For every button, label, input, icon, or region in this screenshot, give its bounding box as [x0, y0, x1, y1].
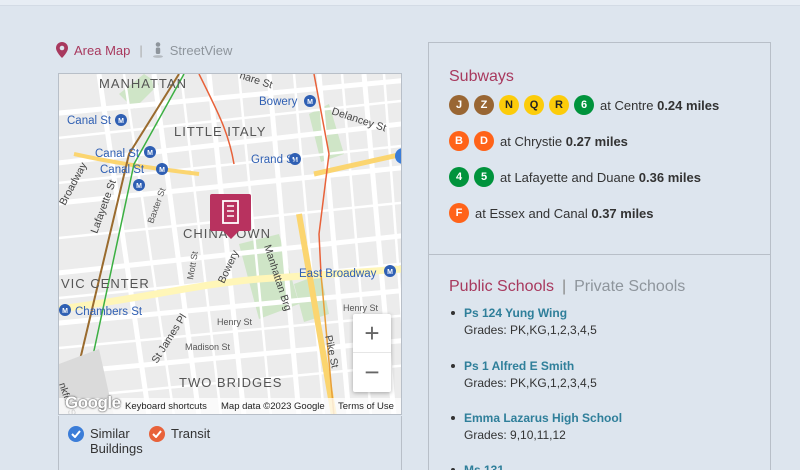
label-two-bridges: TWO BRIDGES	[179, 375, 282, 390]
subway-line-badge: B	[449, 131, 469, 151]
svg-text:M: M	[307, 99, 313, 106]
label-civic-center: VIC CENTER	[61, 276, 150, 291]
tab-separator: |	[139, 42, 143, 58]
map-view-tabs: Area Map | StreetView	[56, 42, 232, 58]
subway-station-text: at Chrystie 0.27 miles	[500, 134, 628, 149]
label-little-italy: LITTLE ITALY	[174, 124, 266, 139]
subway-row: 4 5 at Lafayette and Duane 0.36 miles	[449, 167, 701, 187]
label-east-broadway: East Broadway	[299, 268, 377, 280]
label-henry-st-2: Henry St	[343, 303, 379, 313]
svg-text:M: M	[147, 150, 153, 157]
map-canvas[interactable]: M M M M M M M M MANHATTAN LITTLE ITALY C…	[59, 74, 402, 415]
subway-line-badge: J	[449, 95, 469, 115]
legend-similar-label: Similar Buildings	[90, 426, 143, 456]
subway-row: J Z N Q R 6 at Centre 0.24 miles	[449, 95, 719, 115]
subway-line-badge: 4	[449, 167, 469, 187]
station-distance: 0.27 miles	[565, 133, 628, 149]
subway-station-icon[interactable]: M	[133, 179, 145, 191]
subway-station-text: at Lafayette and Duane 0.36 miles	[500, 170, 701, 185]
subway-line-badge: D	[474, 131, 494, 151]
legend-transit-label: Transit	[171, 426, 211, 441]
station-name: at Lafayette and Duane	[500, 169, 639, 185]
subway-row: B Dat Chrystie 0.27 miles	[449, 131, 628, 151]
svg-text:M: M	[118, 118, 124, 125]
subway-line-badge: R	[549, 95, 569, 115]
station-name: at Essex and Canal	[475, 205, 592, 221]
zoom-in-button[interactable]: +	[353, 314, 391, 353]
bullet-dot	[451, 416, 455, 420]
checkmark-icon	[149, 426, 165, 442]
tab-area-map[interactable]: Area Map	[56, 42, 130, 58]
subway-line-badge: Z	[474, 95, 494, 115]
subways-title: Subways	[449, 68, 514, 85]
subway-row: Fat Essex and Canal 0.37 miles	[449, 203, 654, 223]
keyboard-shortcuts-link[interactable]: Keyboard shortcuts	[125, 401, 207, 412]
label-grand-st: Grand St	[251, 154, 298, 166]
legend-similar-buildings[interactable]: Similar Buildings	[68, 426, 143, 456]
tab-public-schools[interactable]: Public Schools	[449, 278, 554, 296]
station-name: at Chrystie	[500, 133, 566, 149]
subway-station-text: at Centre 0.24 miles	[600, 98, 719, 113]
checkmark-icon	[68, 426, 84, 442]
neighborhood-panel: Subways J Z N Q R 6 at Centre 0.24 miles B Dat C…	[428, 42, 771, 470]
terms-of-use-link[interactable]: Terms of Use	[338, 401, 394, 412]
label-madison-st: Madison St	[185, 342, 231, 352]
map-legend: Similar Buildings Transit	[58, 416, 402, 470]
subway-station-icon[interactable]: M	[115, 114, 127, 126]
label-henry-st-1: Henry St	[217, 317, 253, 327]
subway-station-icon[interactable]: M	[59, 304, 71, 316]
subway-line-badge: 5	[474, 167, 494, 187]
subway-station-icon[interactable]: M	[156, 163, 168, 175]
school-grades: Grades: PK,KG,1,2,3,4,5	[464, 323, 597, 337]
tab-private-schools[interactable]: Private Schools	[574, 278, 685, 296]
map-data-attribution: Map data ©2023 Google	[221, 401, 325, 412]
station-distance: 0.36 miles	[638, 169, 701, 185]
school-name-link[interactable]: Ps 1 Alfred E Smith	[464, 359, 574, 373]
tab-street-view[interactable]: StreetView	[152, 42, 233, 58]
svg-text:M: M	[136, 183, 142, 190]
tab-street-view-label: StreetView	[169, 42, 233, 58]
label-bowery-station: Bowery	[259, 96, 298, 108]
bullet-dot	[451, 311, 455, 315]
school-name-link[interactable]: Emma Lazarus High School	[464, 411, 622, 425]
label-canal-st-3: Canal St	[100, 164, 145, 176]
bullet-dot	[451, 364, 455, 368]
zoom-control: + −	[353, 314, 391, 392]
station-name: at Centre	[600, 97, 658, 113]
label-canal-st-2: Canal St	[95, 148, 140, 160]
subway-station-icon[interactable]: M	[304, 95, 316, 107]
zoom-out-button[interactable]: −	[353, 353, 391, 392]
label-lower-manhattan: MANHATTAN	[99, 76, 187, 91]
label-chambers-st: Chambers St	[75, 306, 143, 318]
legend-transit[interactable]: Transit	[149, 426, 210, 442]
station-distance: 0.24 miles	[657, 97, 720, 113]
google-logo[interactable]: Google	[65, 393, 121, 413]
label-canal-st-1: Canal St	[67, 115, 112, 127]
station-distance: 0.37 miles	[591, 205, 654, 221]
subway-line-badge: N	[499, 95, 519, 115]
svg-text:M: M	[159, 167, 165, 174]
area-map[interactable]: M M M M M M M M MANHATTAN LITTLE ITALY C…	[58, 73, 402, 415]
tab-area-map-label: Area Map	[74, 42, 131, 58]
svg-text:M: M	[62, 308, 68, 315]
subway-station-icon[interactable]: M	[384, 265, 396, 277]
subway-line-badge: 6	[574, 95, 594, 115]
subway-station-icon[interactable]: M	[144, 146, 156, 158]
subway-line-badge: F	[449, 203, 469, 223]
section-divider	[429, 254, 770, 255]
school-name-link[interactable]: Ms 131	[464, 463, 504, 470]
school-tabs: Public Schools | Private Schools	[449, 278, 685, 296]
school-name-link[interactable]: Ps 124 Yung Wing	[464, 306, 567, 320]
pegman-icon	[152, 42, 163, 58]
subway-station-text: at Essex and Canal 0.37 miles	[475, 206, 654, 221]
tab-separator: |	[561, 278, 567, 295]
svg-text:M: M	[387, 269, 393, 276]
subway-line-badge: Q	[524, 95, 544, 115]
school-grades: Grades: PK,KG,1,2,3,4,5	[464, 376, 597, 390]
top-strip	[0, 0, 800, 6]
map-pin-icon	[56, 42, 68, 58]
school-grades: Grades: 9,10,11,12	[464, 428, 566, 442]
